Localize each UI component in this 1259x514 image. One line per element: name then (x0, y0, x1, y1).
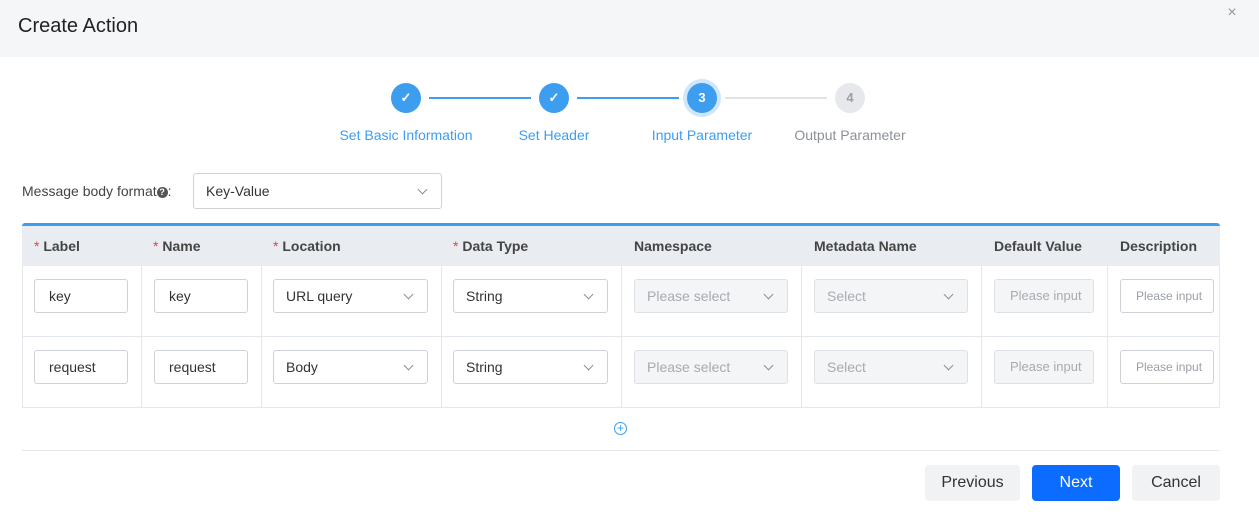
name-input[interactable]: key (154, 279, 248, 313)
table-row: key key URL query String Please select S… (22, 266, 1220, 337)
step-3-number: 3 (687, 83, 717, 113)
namespace-select[interactable]: Please select (634, 279, 788, 313)
location-select[interactable]: URL query (273, 279, 428, 313)
required-mark: * (273, 238, 279, 254)
step-connector-3 (725, 97, 827, 99)
metadata-name-placeholder: Select (827, 359, 866, 375)
dialog-title: Create Action (18, 15, 139, 37)
namespace-placeholder: Please select (647, 288, 731, 304)
column-header-namespace: Namespace (634, 238, 712, 254)
next-button[interactable]: Next (1032, 465, 1120, 501)
cancel-button[interactable]: Cancel (1132, 465, 1220, 501)
required-mark: * (34, 238, 40, 254)
stepper: ✓ ✓ 3 4 Set Basic Information Set Header… (0, 82, 1259, 152)
step-3-label: Input Parameter (651, 127, 753, 143)
required-mark: * (153, 238, 159, 254)
chevron-down-icon (763, 360, 774, 371)
add-row-icon[interactable]: + (614, 422, 627, 435)
column-header-description: Description (1120, 238, 1198, 254)
step-4-number: 4 (835, 83, 865, 113)
step-1-label: Set Basic Information (339, 127, 473, 143)
chevron-down-icon (403, 360, 414, 371)
message-format-value: Key-Value (206, 183, 270, 199)
default-value-input[interactable]: Please input (994, 350, 1094, 384)
data-type-select[interactable]: String (453, 279, 608, 313)
message-format-select[interactable]: Key-Value (193, 173, 442, 209)
required-mark: * (453, 238, 459, 254)
data-type-value: String (466, 288, 503, 304)
location-value: URL query (286, 288, 353, 304)
step-2-label: Set Header (518, 127, 590, 143)
default-value-input[interactable]: Please input (994, 279, 1094, 313)
namespace-placeholder: Please select (647, 359, 731, 375)
close-icon[interactable]: × (1223, 4, 1241, 22)
chevron-down-icon (403, 289, 414, 300)
chevron-down-icon (583, 289, 594, 300)
chevron-down-icon (763, 289, 774, 300)
location-value: Body (286, 359, 318, 375)
label-input[interactable]: request (34, 350, 128, 384)
table-row: request request Body String Please selec… (22, 337, 1220, 408)
metadata-name-select[interactable]: Select (814, 279, 968, 313)
message-format-label: Message body format?: (22, 183, 172, 199)
metadata-name-select[interactable]: Select (814, 350, 968, 384)
column-header-default-value: Default Value (994, 238, 1082, 254)
column-header-data-type: * Data Type (453, 238, 529, 254)
step-2-check-icon: ✓ (539, 83, 569, 113)
step-connector-1 (429, 97, 531, 99)
step-1-check-icon: ✓ (391, 83, 421, 113)
chevron-down-icon (943, 289, 954, 300)
step-connector-2 (577, 97, 679, 99)
footer-divider (22, 450, 1220, 451)
chevron-down-icon (583, 360, 594, 371)
column-header-metadata-name: Metadata Name (814, 238, 917, 254)
previous-button[interactable]: Previous (925, 465, 1020, 501)
data-type-value: String (466, 359, 503, 375)
description-input[interactable]: Please input (1120, 350, 1214, 384)
description-input[interactable]: Please input (1120, 279, 1214, 313)
name-input[interactable]: request (154, 350, 248, 384)
chevron-down-icon (943, 360, 954, 371)
dialog-header: Create Action × (0, 0, 1259, 57)
label-input[interactable]: key (34, 279, 128, 313)
column-header-location: * Location (273, 238, 341, 254)
column-header-label: * Label (34, 238, 80, 254)
table-header: * Label * Name * Location * Data Type Na… (22, 226, 1220, 266)
help-icon[interactable]: ? (156, 187, 168, 198)
message-format-colon: : (167, 183, 172, 199)
input-parameter-table: * Label * Name * Location * Data Type Na… (22, 223, 1220, 408)
column-header-name: * Name (153, 238, 201, 254)
message-format-text: Message body format (22, 183, 157, 199)
chevron-down-icon (417, 184, 428, 195)
data-type-select[interactable]: String (453, 350, 608, 384)
step-4-label: Output Parameter (794, 127, 906, 143)
location-select[interactable]: Body (273, 350, 428, 384)
namespace-select[interactable]: Please select (634, 350, 788, 384)
metadata-name-placeholder: Select (827, 288, 866, 304)
